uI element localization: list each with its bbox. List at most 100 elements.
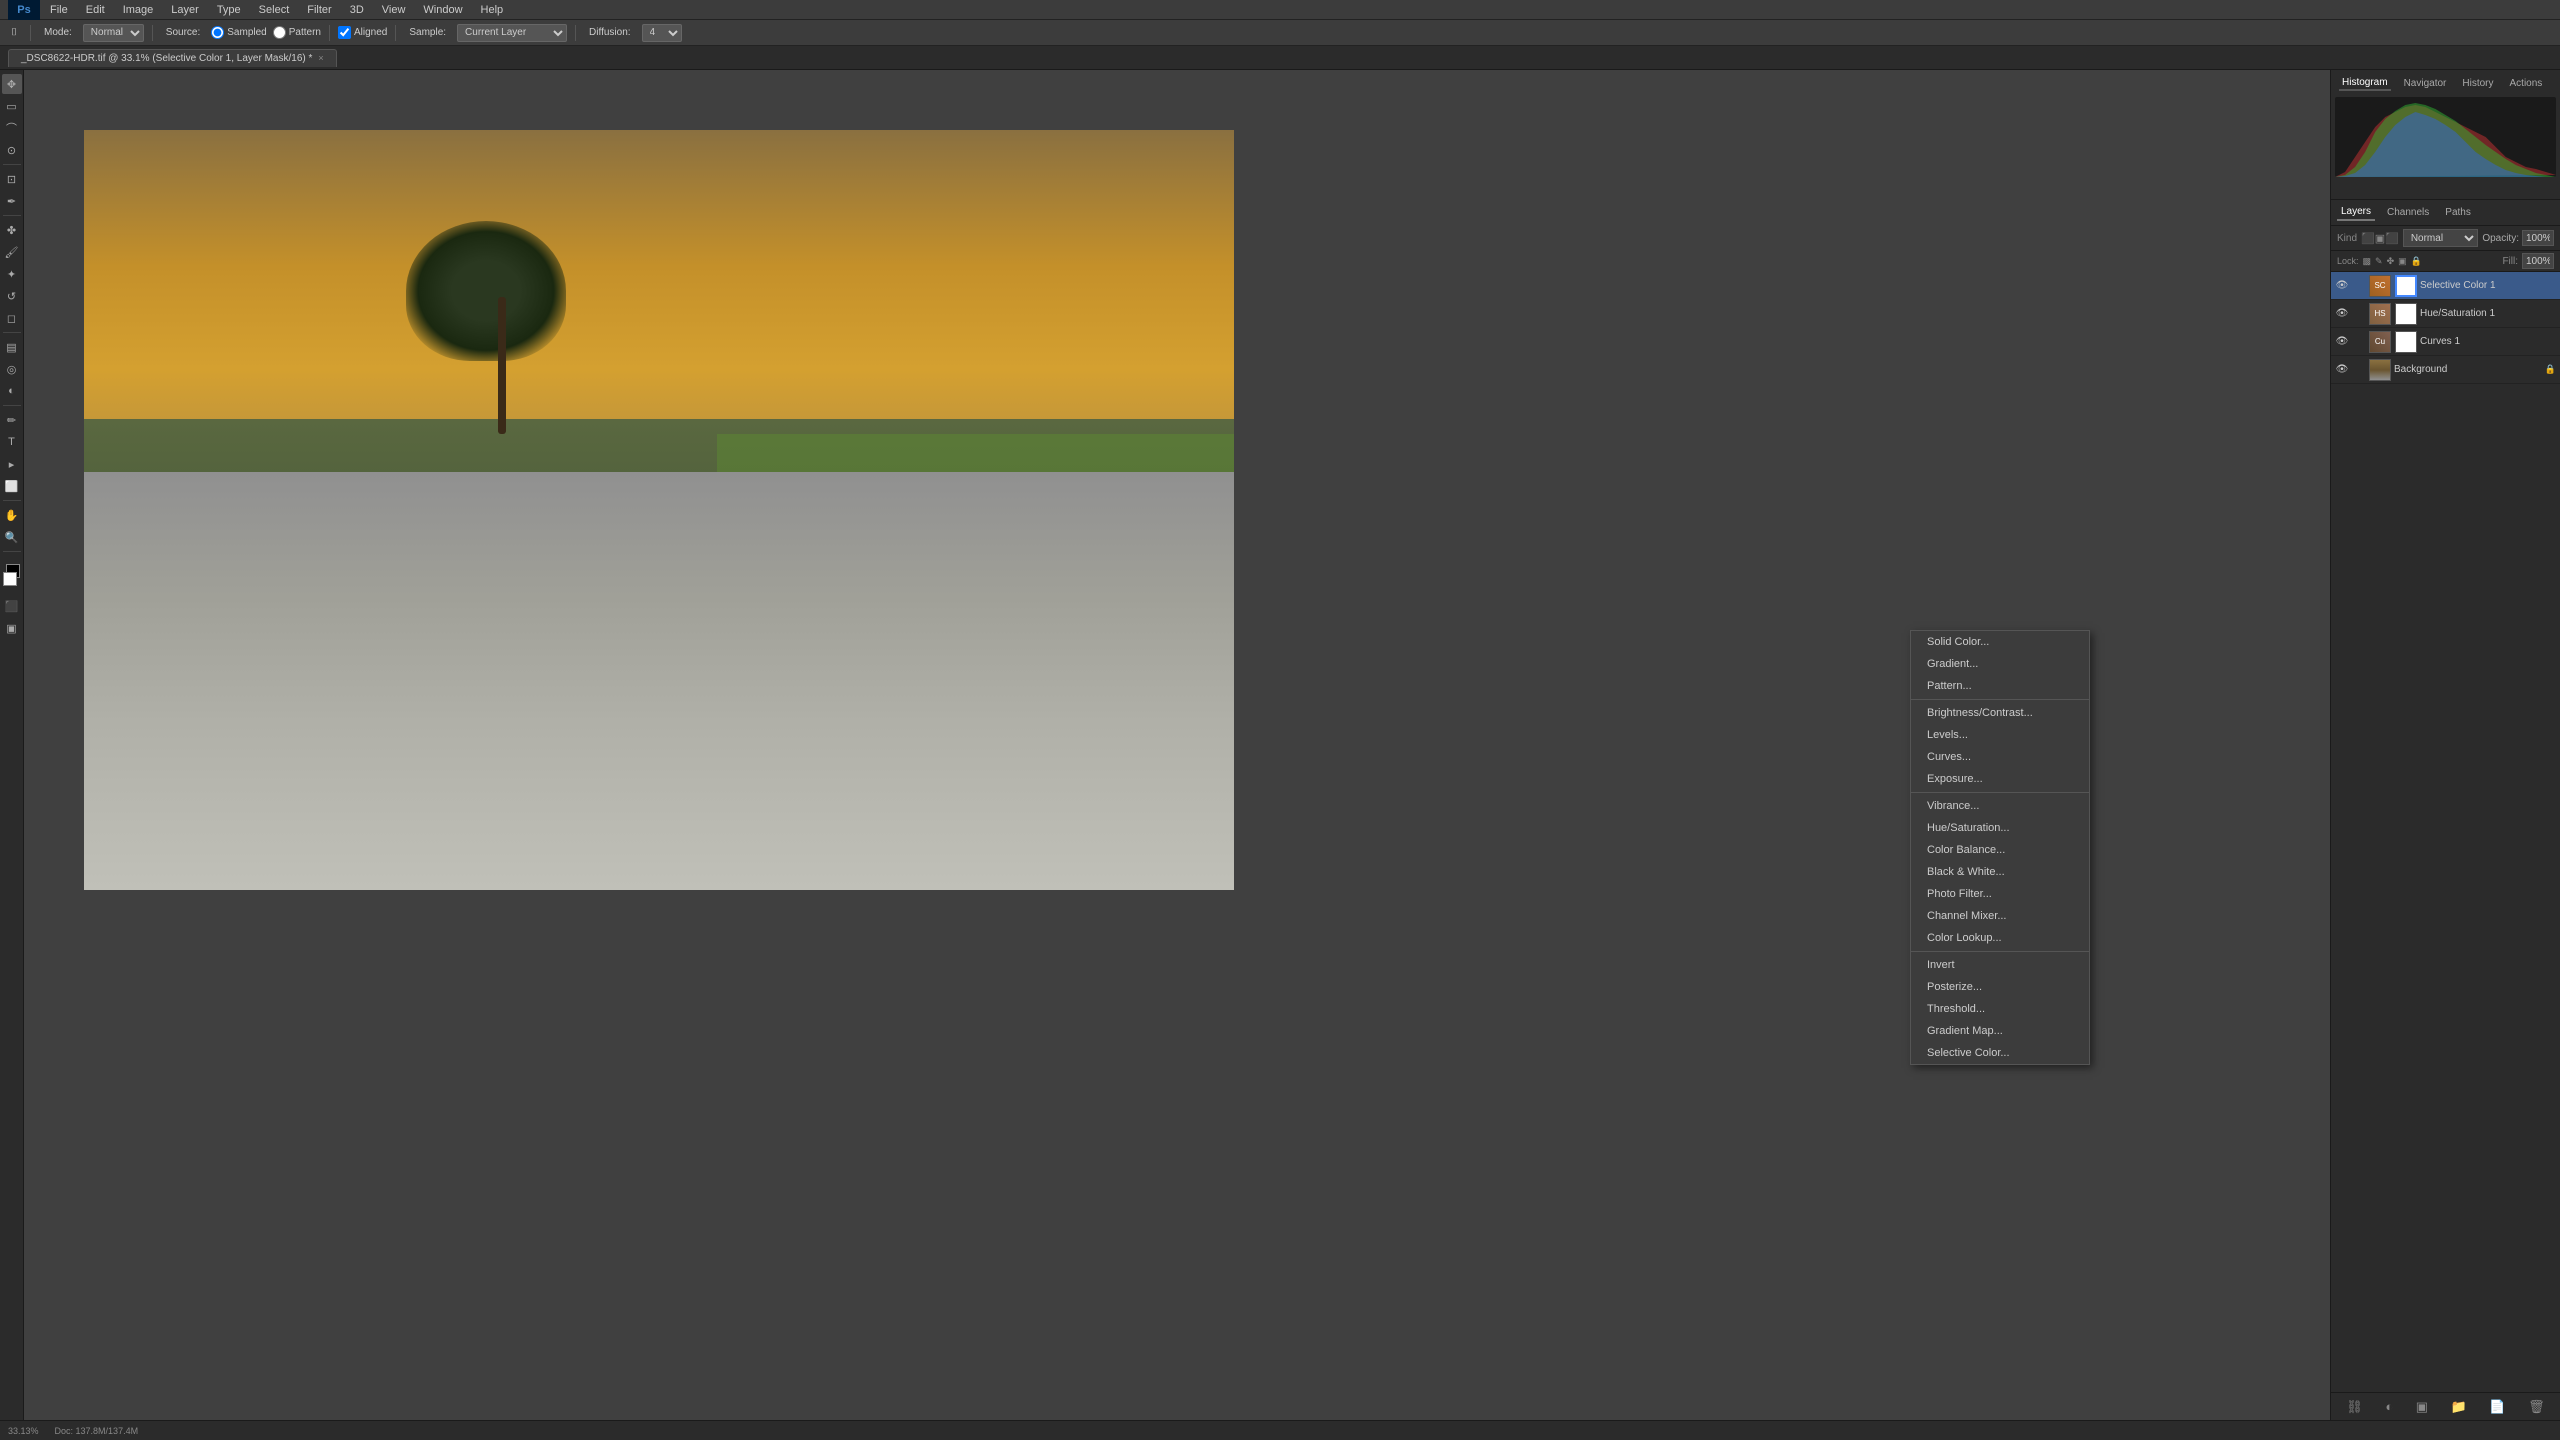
blur-tool[interactable]: ◎ (2, 359, 22, 379)
opacity-input[interactable] (2522, 230, 2554, 246)
aligned-checkbox[interactable]: Aligned (338, 26, 387, 39)
add-mask-button[interactable]: ▣ (2416, 1399, 2428, 1415)
lock-all-icon[interactable]: 🔒 (2411, 256, 2422, 267)
sample-label: Sample: (404, 25, 451, 40)
fill-input[interactable] (2522, 253, 2554, 269)
tool-separator-6 (3, 551, 21, 552)
new-group-button[interactable]: 📁 (2451, 1399, 2467, 1415)
menu-select[interactable]: Select (251, 2, 298, 18)
move-tool[interactable]: ✥ (2, 74, 22, 94)
ctx-posterize[interactable]: Posterize... (1911, 976, 2089, 998)
mode-select[interactable]: Normal (83, 24, 144, 42)
ctx-curves[interactable]: Curves... (1911, 746, 2089, 768)
tab-close-button[interactable]: × (318, 53, 323, 63)
eraser-tool[interactable]: ◻ (2, 308, 22, 328)
ctx-color-balance[interactable]: Color Balance... (1911, 839, 2089, 861)
link-layers-button[interactable]: ⛓ (2346, 1399, 2363, 1415)
menu-3d[interactable]: 3D (342, 2, 372, 18)
screen-mode-button[interactable]: ▣ (2, 618, 22, 638)
canvas-area[interactable]: Solid Color... Gradient... Pattern... Br… (24, 70, 2330, 1420)
lock-image-icon[interactable]: ✎ (2375, 256, 2383, 267)
ctx-solid-color[interactable]: Solid Color... (1911, 631, 2089, 653)
brush-tool[interactable]: 🖌 (2, 242, 22, 262)
tab-channels[interactable]: Channels (2383, 205, 2433, 220)
crop-tool[interactable]: ⊡ (2, 169, 22, 189)
layer-eye-background[interactable]: 👁 (2335, 363, 2349, 377)
document-tab[interactable]: _DSC8622-HDR.tif @ 33.1% (Selective Colo… (8, 49, 337, 67)
ctx-black-white[interactable]: Black & White... (1911, 861, 2089, 883)
layer-row-curves[interactable]: 👁 Cu Curves 1 (2331, 328, 2560, 356)
tab-paths[interactable]: Paths (2441, 205, 2475, 220)
tab-navigator[interactable]: Navigator (2401, 77, 2450, 90)
sampled-radio[interactable]: Sampled (211, 26, 266, 39)
ctx-gradient[interactable]: Gradient... (1911, 653, 2089, 675)
ctx-exposure[interactable]: Exposure... (1911, 768, 2089, 790)
dodge-tool[interactable]: ◐ (2, 381, 22, 401)
healing-brush-tool[interactable]: ✤ (2, 220, 22, 240)
menu-filter[interactable]: Filter (299, 2, 339, 18)
marquee-tool[interactable]: ▭ (2, 96, 22, 116)
quick-mask-button[interactable]: ⬛ (2, 596, 22, 616)
delete-layer-button[interactable]: 🗑 (2528, 1399, 2545, 1415)
ctx-pattern[interactable]: Pattern... (1911, 675, 2089, 697)
menu-image[interactable]: Image (115, 2, 162, 18)
ctx-levels[interactable]: Levels... (1911, 724, 2089, 746)
menu-edit[interactable]: Edit (78, 2, 113, 18)
layer-eye-curves[interactable]: 👁 (2335, 335, 2349, 349)
tab-layers[interactable]: Layers (2337, 204, 2375, 221)
layer-row-selective-color[interactable]: 👁 SC Selective Color 1 (2331, 272, 2560, 300)
ctx-channel-mixer[interactable]: Channel Mixer... (1911, 905, 2089, 927)
path-selection-tool[interactable]: ▸ (2, 454, 22, 474)
lasso-tool[interactable]: ⌒ (2, 118, 22, 138)
quick-select-tool[interactable]: ⊙ (2, 140, 22, 160)
tree-trunk (498, 297, 506, 434)
pattern-radio[interactable]: Pattern (273, 26, 321, 39)
tool-separator-2 (3, 215, 21, 216)
layer-row-hue-saturation[interactable]: 👁 HS Hue/Saturation 1 (2331, 300, 2560, 328)
history-brush-tool[interactable]: ↺ (2, 286, 22, 306)
layer-row-background[interactable]: 👁 Background 🔒 (2331, 356, 2560, 384)
lock-artboard-icon[interactable]: ▣ (2398, 256, 2407, 267)
tab-history[interactable]: History (2459, 77, 2496, 90)
blend-mode-select[interactable]: Normal (2403, 229, 2479, 247)
ps-logo: Ps (8, 0, 40, 20)
ctx-vibrance[interactable]: Vibrance... (1911, 795, 2089, 817)
pen-tool[interactable]: ✏ (2, 410, 22, 430)
layers-panel: Layers Channels Paths Kind ⬛▣⬛ Normal Op… (2331, 200, 2560, 1420)
type-tool[interactable]: T (2, 432, 22, 452)
ctx-hue-saturation[interactable]: Hue/Saturation... (1911, 817, 2089, 839)
add-adjustment-button[interactable]: ◐ (2385, 1399, 2393, 1414)
menu-type[interactable]: Type (209, 2, 249, 18)
sample-select[interactable]: Current Layer (457, 24, 567, 42)
menu-view[interactable]: View (374, 2, 414, 18)
ctx-invert[interactable]: Invert (1911, 954, 2089, 976)
menu-help[interactable]: Help (473, 2, 512, 18)
menu-file[interactable]: File (42, 2, 76, 18)
tool-separator-5 (3, 500, 21, 501)
layer-eye-selective-color[interactable]: 👁 (2335, 279, 2349, 293)
background-color[interactable] (3, 572, 17, 586)
zoom-tool[interactable]: 🔍 (2, 527, 22, 547)
tab-actions[interactable]: Actions (2507, 77, 2546, 90)
shape-tool[interactable]: ⬜ (2, 476, 22, 496)
diffusion-select[interactable]: 4 (642, 24, 682, 42)
ctx-gradient-map[interactable]: Gradient Map... (1911, 1020, 2089, 1042)
tab-histogram[interactable]: Histogram (2339, 76, 2391, 91)
tree-canopy (406, 221, 566, 361)
ctx-color-lookup[interactable]: Color Lookup... (1911, 927, 2089, 949)
new-layer-button[interactable]: 📄 (2489, 1399, 2505, 1415)
ctx-threshold[interactable]: Threshold... (1911, 998, 2089, 1020)
menu-window[interactable]: Window (415, 2, 470, 18)
gradient-tool[interactable]: ▤ (2, 337, 22, 357)
ctx-photo-filter[interactable]: Photo Filter... (1911, 883, 2089, 905)
layer-thumb-curves: Cu (2369, 331, 2391, 353)
layer-eye-hue-saturation[interactable]: 👁 (2335, 307, 2349, 321)
lock-transparent-icon[interactable]: ▩ (2363, 256, 2372, 267)
clone-stamp-tool[interactable]: ✦ (2, 264, 22, 284)
ctx-selective-color[interactable]: Selective Color... (1911, 1042, 2089, 1064)
menu-layer[interactable]: Layer (163, 2, 207, 18)
lock-position-icon[interactable]: ✤ (2387, 256, 2395, 267)
hand-tool[interactable]: ✋ (2, 505, 22, 525)
ctx-brightness-contrast[interactable]: Brightness/Contrast... (1911, 702, 2089, 724)
eyedropper-tool[interactable]: ✒ (2, 191, 22, 211)
